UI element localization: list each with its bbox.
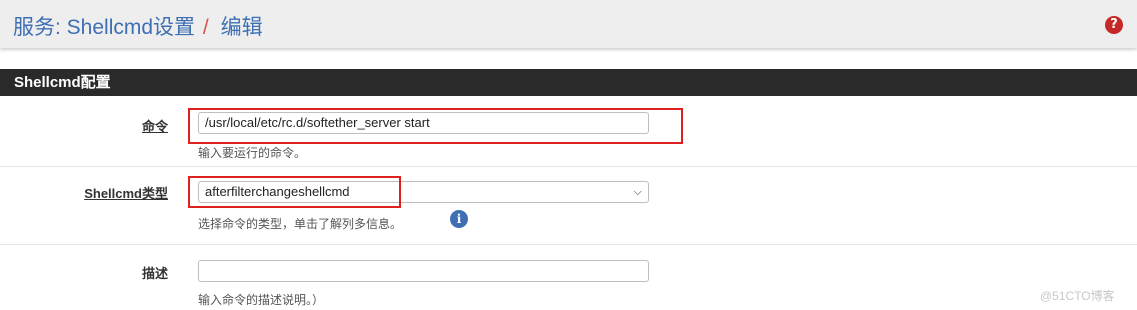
description-label: 描述 xyxy=(141,266,168,281)
breadcrumb-current-page: 编辑 xyxy=(220,16,263,39)
breadcrumb-separator: / xyxy=(202,16,209,39)
command-highlight-box xyxy=(188,108,683,144)
description-input[interactable] xyxy=(198,260,649,282)
type-row: Shellcmd类型 afterfilterchangeshellcmd ⌵ 选… xyxy=(0,167,1137,245)
type-highlight-box xyxy=(188,176,401,208)
description-row: 描述 输入命令的描述说明。） xyxy=(0,245,1137,310)
question-circle-icon[interactable]: ? xyxy=(1105,16,1123,34)
breadcrumb-section-link[interactable]: 服务: Shellcmd设置 xyxy=(13,16,195,39)
command-label: 命令 xyxy=(141,119,168,134)
info-circle-icon[interactable]: i xyxy=(450,210,468,228)
breadcrumb-bar: 服务: Shellcmd设置 / 编辑 ? xyxy=(0,0,1137,48)
chevron-down-icon: ⌵ xyxy=(633,185,642,198)
description-help-text: 输入命令的描述说明。） xyxy=(198,293,325,307)
panel-title: Shellcmd配置 xyxy=(0,69,1137,96)
type-label: Shellcmd类型 xyxy=(84,186,168,201)
breadcrumb: 服务: Shellcmd设置 / 编辑 xyxy=(13,11,263,41)
type-help-text: 选择命令的类型，单击了解列多信息。 xyxy=(198,217,403,231)
command-help-text: 输入要运行的命令。 xyxy=(198,146,307,160)
watermark: @51CTO博客 xyxy=(1040,289,1115,303)
